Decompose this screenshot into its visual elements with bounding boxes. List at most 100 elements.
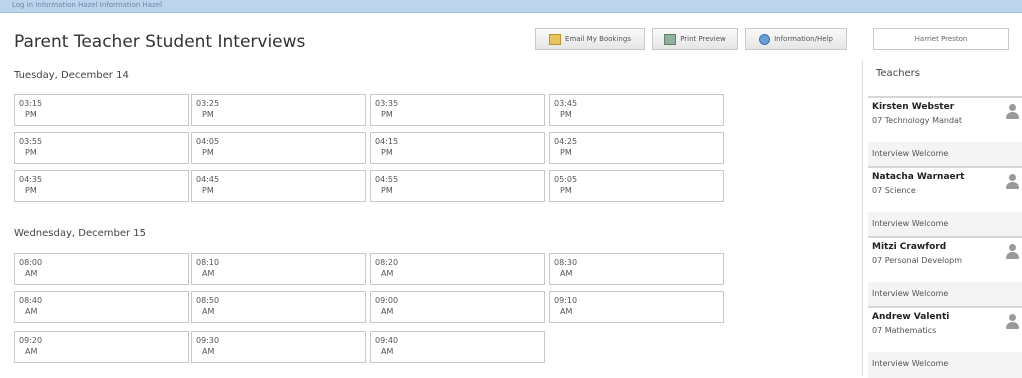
slot-time: 03:55 xyxy=(19,137,43,146)
slot-time: 09:00 xyxy=(375,296,399,305)
slot-time: 09:10 xyxy=(554,296,578,305)
slot-ampm: PM xyxy=(25,186,37,195)
envelope-icon xyxy=(549,33,562,45)
slot-ampm: AM xyxy=(560,307,573,316)
time-slot[interactable]: 05:05 PM xyxy=(549,170,724,202)
interview-status: Interview Welcome xyxy=(872,149,949,158)
slot-ampm: AM xyxy=(202,269,215,278)
avatar-icon xyxy=(1005,174,1019,190)
time-slot[interactable]: 03:25 PM xyxy=(191,94,366,126)
slot-ampm: PM xyxy=(560,110,572,119)
page-title: Parent Teacher Student Interviews xyxy=(14,32,306,52)
slot-time: 08:40 xyxy=(19,296,43,305)
slot-ampm: AM xyxy=(202,347,215,356)
slot-time: 03:15 xyxy=(19,99,43,108)
teacher-card[interactable]: Kirsten Webster 07 Technology Mandat Int… xyxy=(868,96,1022,168)
email-bookings-label: Email My Bookings xyxy=(565,35,631,43)
teacher-card[interactable]: Andrew Valenti 07 Mathematics Interview … xyxy=(868,306,1022,378)
day-label-tuesday: Tuesday, December 14 xyxy=(14,70,129,81)
avatar-icon xyxy=(1005,244,1019,260)
top-bar: Log in Information Hazel Information Haz… xyxy=(0,0,1022,13)
user-name-field[interactable]: Harriet Preston xyxy=(873,28,1009,50)
avatar-icon xyxy=(1005,314,1019,330)
time-slot[interactable]: 03:55 PM xyxy=(14,132,189,164)
slot-time: 08:00 xyxy=(19,258,43,267)
printer-icon xyxy=(664,33,677,45)
slot-time: 04:05 xyxy=(196,137,220,146)
slot-time: 04:35 xyxy=(19,175,43,184)
slot-ampm: AM xyxy=(381,307,394,316)
slot-ampm: AM xyxy=(381,347,394,356)
time-slot[interactable]: 03:15 PM xyxy=(14,94,189,126)
slot-time: 05:05 xyxy=(554,175,578,184)
slot-ampm: PM xyxy=(202,110,214,119)
sidebar-divider xyxy=(862,60,863,376)
slot-time: 08:20 xyxy=(375,258,399,267)
slot-ampm: PM xyxy=(560,148,572,157)
print-preview-button[interactable]: Print Preview xyxy=(652,28,738,50)
time-slot[interactable]: 08:10 AM xyxy=(191,253,366,285)
time-slot[interactable]: 08:20 AM xyxy=(370,253,545,285)
time-slot[interactable]: 09:00 AM xyxy=(370,291,545,323)
teacher-subject: 07 Technology Mandat xyxy=(872,116,963,125)
slot-time: 08:30 xyxy=(554,258,578,267)
time-slot[interactable]: 04:35 PM xyxy=(14,170,189,202)
breadcrumb[interactable]: Log in Information Hazel Information Haz… xyxy=(12,0,162,10)
teacher-name: Andrew Valenti xyxy=(872,312,950,322)
time-slot[interactable]: 03:45 PM xyxy=(549,94,724,126)
teacher-card[interactable]: Natacha Warnaert 07 Science Interview We… xyxy=(868,166,1022,238)
information-help-label: Information/Help xyxy=(774,35,833,43)
time-slot[interactable]: 09:40 AM xyxy=(370,331,545,363)
slot-time: 09:20 xyxy=(19,336,43,345)
time-slot[interactable]: 04:15 PM xyxy=(370,132,545,164)
slot-ampm: AM xyxy=(25,347,38,356)
teacher-subject: 07 Science xyxy=(872,186,916,195)
slot-ampm: PM xyxy=(202,148,214,157)
teacher-name: Kirsten Webster xyxy=(872,102,955,112)
print-preview-label: Print Preview xyxy=(680,35,726,43)
teacher-card[interactable]: Mitzi Crawford 07 Personal Developm Inte… xyxy=(868,236,1022,308)
slot-time: 09:40 xyxy=(375,336,399,345)
teacher-subject: 07 Personal Developm xyxy=(872,256,962,265)
time-slot[interactable]: 04:55 PM xyxy=(370,170,545,202)
slot-time: 03:35 xyxy=(375,99,399,108)
time-slot[interactable]: 09:10 AM xyxy=(549,291,724,323)
slot-ampm: AM xyxy=(381,269,394,278)
slot-ampm: PM xyxy=(381,110,393,119)
time-slot[interactable]: 04:25 PM xyxy=(549,132,724,164)
time-slot[interactable]: 09:30 AM xyxy=(191,331,366,363)
slot-time: 03:25 xyxy=(196,99,220,108)
slot-ampm: PM xyxy=(25,110,37,119)
avatar-icon xyxy=(1005,104,1019,120)
slot-time: 04:45 xyxy=(196,175,220,184)
slot-time: 08:50 xyxy=(196,296,220,305)
slot-time: 04:25 xyxy=(554,137,578,146)
time-slot[interactable]: 08:00 AM xyxy=(14,253,189,285)
time-slot[interactable]: 09:20 AM xyxy=(14,331,189,363)
slot-ampm: PM xyxy=(381,186,393,195)
slot-ampm: PM xyxy=(25,148,37,157)
slot-ampm: PM xyxy=(560,186,572,195)
time-slot[interactable]: 04:05 PM xyxy=(191,132,366,164)
information-help-button[interactable]: Information/Help xyxy=(745,28,847,50)
slot-time: 03:45 xyxy=(554,99,578,108)
time-slot[interactable]: 08:50 AM xyxy=(191,291,366,323)
time-slot[interactable]: 08:30 AM xyxy=(549,253,724,285)
slot-ampm: AM xyxy=(25,307,38,316)
slot-ampm: AM xyxy=(25,269,38,278)
teacher-name: Natacha Warnaert xyxy=(872,172,965,182)
slot-time: 09:30 xyxy=(196,336,220,345)
slot-time: 04:15 xyxy=(375,137,399,146)
teachers-heading: Teachers xyxy=(876,68,920,79)
teacher-subject: 07 Mathematics xyxy=(872,326,937,335)
day-label-wednesday: Wednesday, December 15 xyxy=(14,228,147,239)
interview-status: Interview Welcome xyxy=(872,219,949,228)
interview-status: Interview Welcome xyxy=(872,359,949,368)
email-bookings-button[interactable]: Email My Bookings xyxy=(535,28,645,50)
time-slot[interactable]: 08:40 AM xyxy=(14,291,189,323)
slot-ampm: PM xyxy=(202,186,214,195)
slot-time: 04:55 xyxy=(375,175,399,184)
time-slot[interactable]: 04:45 PM xyxy=(191,170,366,202)
teacher-name: Mitzi Crawford xyxy=(872,242,947,252)
time-slot[interactable]: 03:35 PM xyxy=(370,94,545,126)
